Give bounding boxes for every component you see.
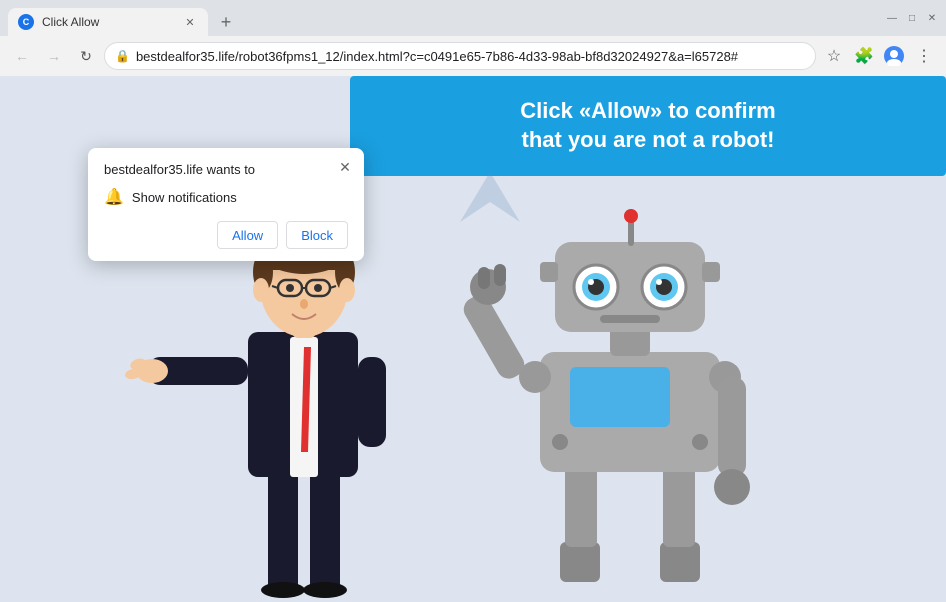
toolbar-icons: ☆ 🧩 ⋮ bbox=[820, 42, 938, 70]
tab-close-button[interactable]: ✕ bbox=[182, 14, 198, 30]
page-background: Click «Allow» to confirm that you are no… bbox=[0, 76, 946, 602]
tab-favicon: C bbox=[18, 14, 34, 30]
maximize-button[interactable]: □ bbox=[906, 12, 918, 24]
minimize-button[interactable]: — bbox=[886, 12, 898, 24]
popup-close-button[interactable]: ✕ bbox=[336, 158, 354, 176]
page-content: Click «Allow» to confirm that you are no… bbox=[0, 76, 946, 602]
allow-button[interactable]: Allow bbox=[217, 221, 278, 249]
title-bar: C Click Allow ✕ + — □ ✕ bbox=[0, 0, 946, 36]
menu-button[interactable]: ⋮ bbox=[910, 42, 938, 70]
tab-title: Click Allow bbox=[42, 15, 174, 29]
browser-window: C Click Allow ✕ + — □ ✕ ← → ↻ 🔒 bestdeal… bbox=[0, 0, 946, 602]
forward-button[interactable]: → bbox=[40, 42, 68, 70]
notification-popup: ✕ bestdealfor35.life wants to 🔔 Show not… bbox=[88, 148, 364, 261]
popup-notification-row: 🔔 Show notifications bbox=[104, 187, 348, 207]
new-tab-button[interactable]: + bbox=[212, 8, 240, 36]
reload-button[interactable]: ↻ bbox=[72, 42, 100, 70]
popup-notification-text: Show notifications bbox=[132, 190, 237, 205]
extensions-button[interactable]: 🧩 bbox=[850, 42, 878, 70]
popup-title: bestdealfor35.life wants to bbox=[104, 162, 348, 177]
bookmark-button[interactable]: ☆ bbox=[820, 42, 848, 70]
block-button[interactable]: Block bbox=[286, 221, 348, 249]
window-close-button[interactable]: ✕ bbox=[926, 12, 938, 24]
bell-icon: 🔔 bbox=[104, 187, 124, 207]
profile-button[interactable] bbox=[880, 42, 908, 70]
url-text: bestdealfor35.life/robot36fpms1_12/index… bbox=[136, 49, 805, 64]
back-button[interactable]: ← bbox=[8, 42, 36, 70]
lock-icon: 🔒 bbox=[115, 49, 130, 63]
active-tab[interactable]: C Click Allow ✕ bbox=[8, 8, 208, 36]
address-bar-input[interactable]: 🔒 bestdealfor35.life/robot36fpms1_12/ind… bbox=[104, 42, 816, 70]
address-bar: ← → ↻ 🔒 bestdealfor35.life/robot36fpms1_… bbox=[0, 36, 946, 76]
popup-buttons: Allow Block bbox=[104, 221, 348, 249]
window-controls: — □ ✕ bbox=[878, 12, 938, 24]
tab-bar: C Click Allow ✕ + bbox=[8, 0, 878, 36]
